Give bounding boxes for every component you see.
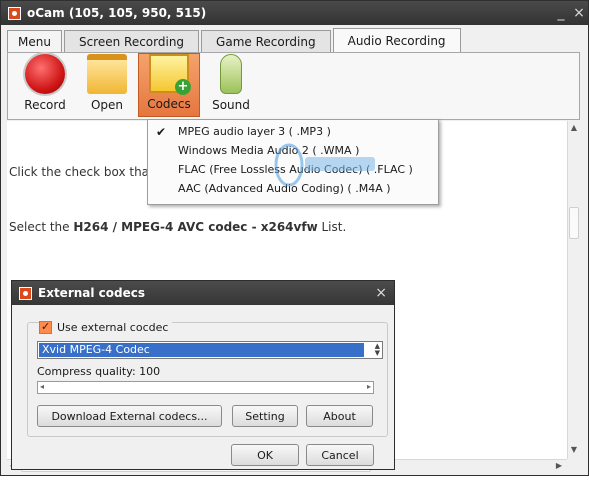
ok-button[interactable]: OK xyxy=(231,444,299,466)
menu-item-mp3[interactable]: ✔ MPEG audio layer 3 ( .MP3 ) xyxy=(148,122,438,141)
minimize-button[interactable]: _ xyxy=(552,5,570,21)
toolbar: Record Open Codecs Sound xyxy=(7,52,580,120)
sound-button[interactable]: Sound xyxy=(200,53,262,117)
scroll-down-arrow-icon[interactable]: ▼ xyxy=(568,445,580,454)
window-title: oCam (105, 105, 950, 515) xyxy=(27,6,207,20)
use-external-codec-checkbox-row[interactable]: Use external cocdec xyxy=(39,319,173,335)
slider-right-arrow-icon[interactable]: ▸ xyxy=(367,382,371,391)
tab-screen-recording[interactable]: Screen Recording xyxy=(63,30,200,52)
dialog-title-bar[interactable]: External codecs × xyxy=(12,281,394,305)
dialog-title: External codecs xyxy=(38,286,146,300)
menu-item-wma[interactable]: Windows Media Audio 2 ( .WMA ) xyxy=(148,141,438,160)
record-label: Record xyxy=(24,98,66,112)
checkmark-icon: ✔ xyxy=(156,124,167,139)
menu-item-aac[interactable]: AAC (Advanced Audio Coding) ( .M4A ) xyxy=(148,179,438,198)
menu-tab-row: Menu Screen Recording Game Recording Aud… xyxy=(7,28,463,52)
dialog-close-button[interactable]: × xyxy=(375,285,387,301)
use-external-codec-checkbox[interactable] xyxy=(39,320,52,334)
use-external-codec-label: Use external cocdec xyxy=(57,320,169,334)
menu-item-label: MPEG audio layer 3 ( .MP3 ) xyxy=(178,125,331,138)
record-button[interactable]: Record xyxy=(14,53,76,117)
close-button[interactable]: × xyxy=(570,5,588,21)
scroll-up-arrow-icon[interactable]: ▲ xyxy=(568,123,580,132)
tab-audio-recording[interactable]: Audio Recording xyxy=(332,28,461,52)
compress-quality-slider[interactable]: ◂ ▸ xyxy=(37,381,374,394)
external-codecs-dialog: External codecs × Use external cocdec Xv… xyxy=(11,280,395,470)
menu-item-flac[interactable]: FLAC (Free Lossless Audio Codec) ( .FLAC… xyxy=(148,160,438,179)
instruction-line-2: Select the H264 / MPEG-4 AVC codec - x26… xyxy=(9,220,346,234)
folder-icon xyxy=(87,54,127,94)
instruction-line-1: Click the check box that xyxy=(9,165,154,179)
setting-button[interactable]: Setting xyxy=(232,405,298,427)
instruction-line-2-pre: Select the xyxy=(9,220,74,234)
compress-quality-label: Compress quality: 100 xyxy=(37,365,161,378)
dialog-app-icon xyxy=(19,286,32,300)
sound-label: Sound xyxy=(212,98,250,112)
tab-menu[interactable]: Menu xyxy=(7,30,62,52)
download-external-codecs-button[interactable]: Download External codecs... xyxy=(37,405,222,427)
codec-dropdown-menu: ✔ MPEG audio layer 3 ( .MP3 ) Windows Me… xyxy=(147,119,439,205)
cancel-button[interactable]: Cancel xyxy=(306,444,374,466)
open-button[interactable]: Open xyxy=(76,53,138,117)
open-label: Open xyxy=(90,98,124,112)
codecs-button[interactable]: Codecs xyxy=(138,53,200,117)
tab-game-recording[interactable]: Game Recording xyxy=(201,30,331,52)
codec-select[interactable]: Xvid MPEG-4 Codec ▲ ▼ xyxy=(37,341,383,359)
codecs-icon xyxy=(149,54,191,95)
instruction-line-2-bold: H264 / MPEG-4 AVC codec - x264vfw xyxy=(73,220,318,234)
slider-left-arrow-icon[interactable]: ◂ xyxy=(40,382,44,391)
vertical-scroll-thumb[interactable] xyxy=(569,207,579,239)
codecs-label: Codecs xyxy=(147,97,191,111)
microphone-icon xyxy=(220,54,242,94)
about-button[interactable]: About xyxy=(306,405,373,427)
vertical-scrollbar[interactable]: ▲ ▼ xyxy=(567,121,580,459)
ocam-app-icon xyxy=(8,6,21,20)
ocam-window: oCam (105, 105, 950, 515) _ × Menu Scree… xyxy=(0,0,589,476)
codec-select-value: Xvid MPEG-4 Codec xyxy=(39,343,364,357)
spinner-arrows-icon[interactable]: ▲ ▼ xyxy=(375,343,380,357)
record-icon xyxy=(25,54,65,94)
instruction-line-2-post: List. xyxy=(317,220,347,234)
scroll-right-arrow-icon[interactable]: ▶ xyxy=(553,461,565,470)
title-bar[interactable]: oCam (105, 105, 950, 515) _ × xyxy=(1,1,588,25)
